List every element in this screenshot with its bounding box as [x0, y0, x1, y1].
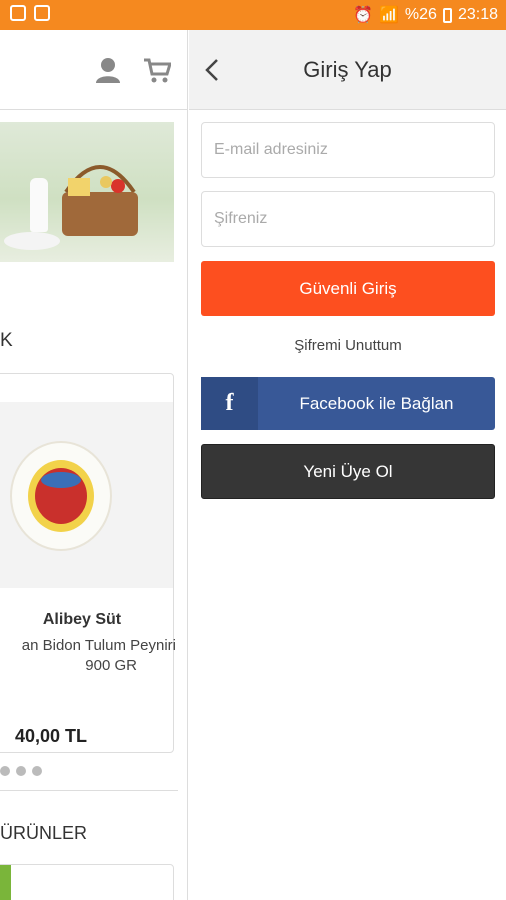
alarm-icon: ⏰	[353, 7, 373, 24]
page-header	[0, 30, 187, 110]
divider	[0, 790, 178, 791]
product-card[interactable]	[0, 864, 174, 900]
section-title-products: ÜRÜNLER	[0, 823, 88, 843]
cart-icon[interactable]	[143, 56, 171, 84]
promo-banner[interactable]	[0, 122, 174, 262]
facebook-button-label: Facebook ile Bağlan	[299, 394, 454, 413]
product-image	[0, 402, 173, 588]
notification-icon-2	[34, 5, 50, 21]
cheese-image	[10, 441, 112, 551]
battery-icon	[442, 7, 452, 23]
login-panel: Giriş Yap Güvenli Giriş Şifremi Unuttum …	[189, 30, 506, 900]
product-brand: Alibey Süt	[42, 611, 122, 628]
back-arrow-icon[interactable]	[203, 58, 223, 82]
notification-icon	[10, 5, 26, 21]
product-weight: 900 GR	[85, 657, 137, 674]
clock: 23:18	[457, 6, 498, 23]
section-title: K	[0, 330, 13, 351]
carousel-dot[interactable]	[0, 766, 10, 776]
basket-image	[62, 165, 138, 236]
product-name: an Bidon Tulum Peyniri	[21, 637, 176, 654]
register-button[interactable]: Yeni Üye Ol	[201, 444, 495, 499]
wifi-icon: 📶	[379, 7, 399, 24]
product-price: 40,00 TL	[14, 726, 88, 746]
product-card[interactable]: Alibey Süt an Bidon Tulum Peyniri 900 GR…	[0, 373, 176, 753]
password-field[interactable]	[201, 191, 495, 247]
carousel-dot[interactable]	[32, 766, 42, 776]
background-page: K Alibey Süt an Bidon Tulum Peyniri 900 …	[0, 30, 188, 900]
cheese-plate	[4, 232, 60, 250]
milk-bottle	[30, 178, 48, 232]
product-image	[0, 865, 11, 900]
user-icon[interactable]	[94, 56, 122, 84]
facebook-icon: f	[201, 377, 258, 430]
carousel-dot[interactable]	[16, 766, 26, 776]
page-title: Giriş Yap	[303, 57, 392, 82]
login-button[interactable]: Güvenli Giriş	[201, 261, 495, 316]
forgot-password-link[interactable]: Şifremi Unuttum	[201, 337, 495, 354]
carousel-dots[interactable]	[0, 766, 42, 776]
email-field[interactable]	[201, 122, 495, 178]
facebook-connect-button[interactable]: f Facebook ile Bağlan	[201, 377, 495, 430]
battery-level: %26	[404, 6, 437, 23]
status-bar: ⏰ 📶 %26 23:18	[0, 0, 506, 30]
login-header: Giriş Yap	[189, 30, 506, 110]
